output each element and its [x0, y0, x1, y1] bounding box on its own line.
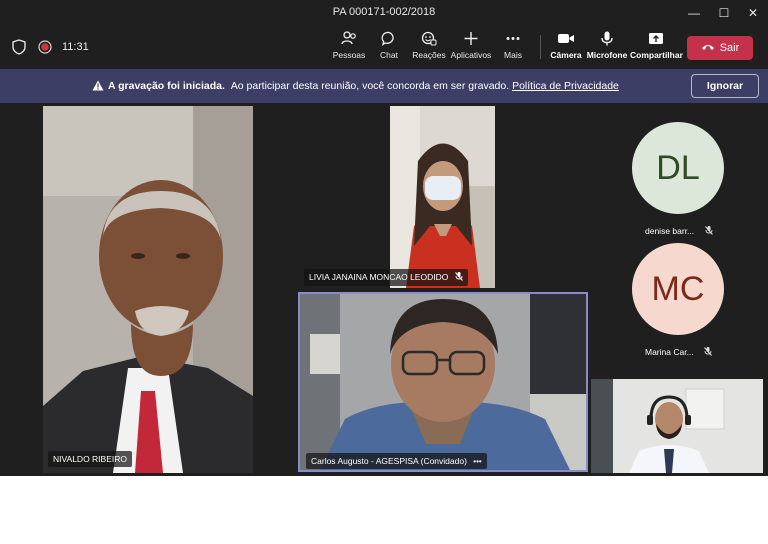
apps-button[interactable]: Aplicativos — [449, 31, 493, 60]
camera-label: Câmera — [550, 50, 582, 60]
avatar-denise[interactable]: DL — [632, 122, 724, 214]
share-label: Compartilhar — [630, 50, 683, 60]
meeting-timer: 11:31 — [62, 41, 89, 53]
maximize-button[interactable]: ☐ — [710, 0, 738, 26]
close-button[interactable]: ✕ — [739, 0, 767, 26]
microphone-icon — [585, 31, 629, 50]
microphone-button[interactable]: Microfone — [585, 31, 629, 60]
meeting-toolbar: 11:31 Pessoas Chat Reações Aplicativos M… — [0, 26, 768, 69]
title-bar: PA 000171-002/2018 — ☐ ✕ — [0, 0, 768, 26]
warning-icon — [92, 80, 104, 94]
camera-button[interactable]: Câmera — [544, 31, 588, 60]
window-title: PA 000171-002/2018 — [332, 6, 436, 18]
leave-label: Sair — [719, 42, 740, 54]
toolbar-divider — [540, 35, 541, 59]
people-button[interactable]: Pessoas — [327, 31, 371, 60]
recording-icon — [38, 40, 52, 59]
mic-off-icon — [704, 226, 713, 237]
minimize-button[interactable]: — — [680, 0, 708, 26]
participant-video-livia — [390, 106, 495, 288]
privacy-policy-link[interactable]: Política de Privacidade — [512, 80, 619, 92]
chat-icon — [367, 31, 411, 50]
leave-button[interactable]: Sair — [687, 36, 753, 60]
people-label: Pessoas — [332, 50, 366, 60]
video-tile-carlos[interactable]: Carlos Augusto - AGESPISA (Convidado) ••… — [298, 292, 588, 472]
microphone-label: Microfone — [586, 50, 628, 60]
plus-icon — [449, 31, 493, 50]
chat-button[interactable]: Chat — [367, 31, 411, 60]
more-icon — [491, 31, 535, 50]
self-view-video[interactable] — [591, 379, 763, 473]
video-tile-nivaldo[interactable]: NIVALDO RIBEIRO — [43, 106, 253, 473]
participant-options-button[interactable]: ••• — [473, 457, 481, 466]
more-button[interactable]: Mais — [491, 31, 535, 60]
video-tile-livia[interactable]: LIVIA JANAINA MONCAO LEODIDO — [296, 106, 586, 288]
recording-started-text: A gravação foi iniciada. — [108, 80, 225, 92]
dismiss-banner-button[interactable]: Ignorar — [691, 74, 759, 98]
self-view-feed — [591, 379, 763, 473]
shield-icon[interactable] — [12, 39, 26, 60]
people-icon — [327, 31, 371, 50]
participant-name-livia: LIVIA JANAINA MONCAO LEODIDO — [304, 269, 468, 286]
avatar-marina[interactable]: MC — [632, 243, 724, 335]
participant-name-marina: Marina Car... — [645, 347, 712, 358]
reactions-button[interactable]: Reações — [407, 31, 451, 60]
camera-icon — [544, 31, 588, 50]
mic-off-icon — [454, 272, 463, 283]
participant-name-carlos: Carlos Augusto - AGESPISA (Convidado) ••… — [306, 453, 487, 469]
participant-video-carlos — [300, 294, 586, 470]
recording-banner: A gravação foi iniciada. Ao participar d… — [0, 69, 768, 103]
meeting-window: PA 000171-002/2018 — ☐ ✕ 11:31 Pessoas C… — [0, 0, 768, 476]
reactions-label: Reações — [412, 50, 446, 60]
recording-consent-text: Ao participar desta reunião, você concor… — [230, 80, 510, 92]
hang-up-icon — [701, 42, 715, 54]
chat-label: Chat — [380, 50, 398, 60]
participant-name-denise: denise barr... — [645, 226, 713, 237]
participant-name-nivaldo: NIVALDO RIBEIRO — [48, 451, 132, 467]
share-button[interactable]: Compartilhar — [630, 31, 683, 60]
reactions-icon — [407, 31, 451, 50]
share-icon — [630, 31, 682, 50]
participant-video-nivaldo — [43, 106, 253, 473]
mic-off-icon — [704, 347, 712, 358]
more-label: Mais — [504, 50, 522, 60]
apps-label: Aplicativos — [450, 50, 492, 60]
